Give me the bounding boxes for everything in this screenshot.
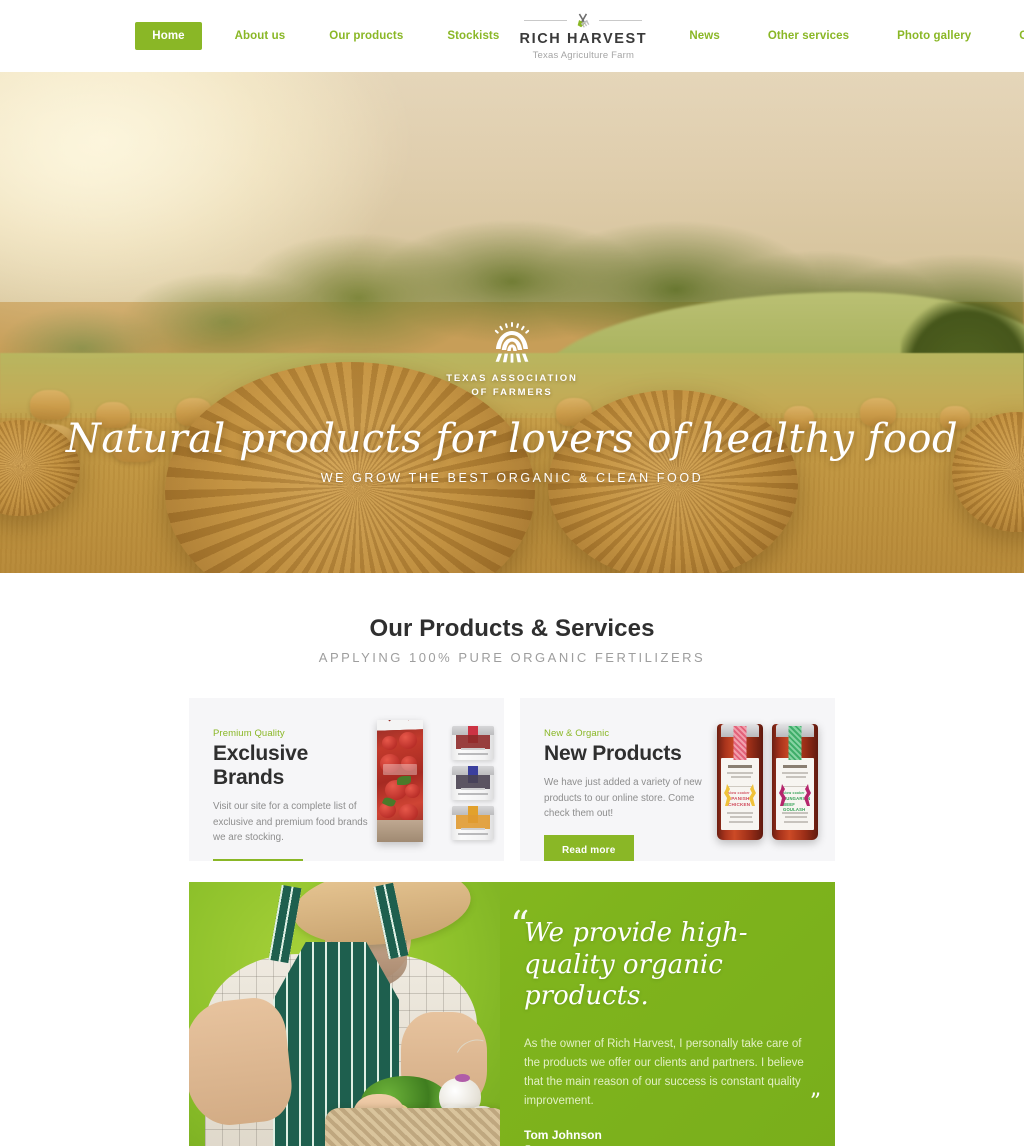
main-navigation: Home About us Our products Stockists RIC… (0, 11, 1024, 61)
hero-slider: TEXAS ASSOCIATION OF FARMERS Natural pro… (0, 72, 1024, 573)
hero-association-line-2: OF FARMERS (471, 386, 553, 398)
page-root: Home About us Our products Stockists RIC… (0, 0, 1024, 1146)
bottle-ribbon (788, 726, 802, 760)
testimonial-quote: We provide high-quality organic products… (524, 918, 748, 1012)
pack-base (377, 820, 423, 842)
nav-item-about-us[interactable]: About us (224, 23, 297, 49)
card-description: We have just added a variety of new prod… (544, 777, 702, 820)
testimonial-content: “ We provide high-quality organic produc… (500, 882, 835, 1146)
promo-cards: Premium Quality Exclusive Brands Visit o… (189, 698, 835, 861)
turnip-top (455, 1074, 470, 1082)
wheat-sunrise-emblem-icon (490, 322, 534, 364)
card-title: New Products (544, 742, 682, 765)
testimonial-body: As the owner of Rich Harvest, I personal… (524, 1035, 821, 1113)
hero-subtitle: WE GROW THE BEST ORGANIC & CLEAN FOOD (320, 470, 704, 485)
testimonial-banner: “ We provide high-quality organic produc… (189, 882, 835, 1146)
nav-item-our-products[interactable]: Our products (318, 23, 414, 49)
nav-left-group: Home About us Our products Stockists (135, 22, 510, 50)
sauce-bottle-spanish-chicken: slow cooker SPANISH CHICKEN (717, 724, 763, 840)
read-more-button[interactable]: Read more (544, 835, 634, 861)
hero-association-line-1: TEXAS ASSOCIATION (446, 373, 578, 384)
crossed-garden-tools-icon (570, 11, 596, 29)
nav-item-contact-us[interactable]: Contact us (1008, 23, 1024, 49)
promo-card-exclusive-brands[interactable]: Premium Quality Exclusive Brands Visit o… (189, 698, 504, 861)
nav-item-home[interactable]: Home (135, 22, 202, 50)
card-kicker: Premium Quality (213, 728, 285, 739)
card-description: Visit our site for a complete list of ex… (213, 801, 368, 844)
site-header: Home About us Our products Stockists RIC… (0, 0, 1024, 72)
jam-jar-apricot (452, 806, 494, 840)
section-title: Our Products & Services (369, 615, 655, 642)
bottle-label: slow cooker HUNGARIAN BEEF GOULASH (776, 758, 814, 830)
quote-close-icon: ” (809, 1090, 821, 1116)
card-body: Premium Quality Exclusive Brands Visit o… (189, 698, 368, 861)
promo-card-new-products[interactable]: New & Organic New Products We have just … (520, 698, 835, 861)
farmer-with-vegetable-basket-photo (189, 882, 500, 1146)
hero-title: Natural products for lovers of healthy f… (65, 415, 959, 462)
read-more-button[interactable]: Read more (213, 859, 303, 861)
nav-item-news[interactable]: News (678, 23, 730, 49)
nav-item-photo-gallery[interactable]: Photo gallery (886, 23, 982, 49)
site-logo[interactable]: RICH HARVEST Texas Agriculture Farm (520, 11, 646, 61)
bottle-ribbon (733, 726, 747, 760)
hero-content: TEXAS ASSOCIATION OF FARMERS Natural pro… (0, 322, 1024, 485)
wicker-basket (325, 1108, 500, 1146)
section-subtitle: APPLYING 100% PURE ORGANIC FERTILIZERS (318, 650, 706, 665)
logo-brand-tagline: Texas Agriculture Farm (532, 49, 635, 61)
jam-jar-blueberry (452, 766, 494, 800)
jam-gift-pack (377, 720, 423, 842)
products-services-header: Our Products & Services APPLYING 100% PU… (0, 573, 1024, 665)
farmer-left-arm (189, 994, 296, 1130)
nav-item-other-services[interactable]: Other services (757, 23, 860, 49)
card-title: Exclusive Brands (213, 742, 309, 789)
logo-rule-right (599, 19, 643, 21)
jam-jar-strawberry (452, 726, 494, 760)
nav-item-stockists[interactable]: Stockists (436, 23, 510, 49)
card-kicker: New & Organic (544, 728, 610, 739)
quote-open-icon: “ (510, 903, 530, 947)
bottle-label: slow cooker SPANISH CHICKEN (721, 758, 759, 830)
logo-emblem-row (524, 11, 643, 29)
testimonial-body-text: As the owner of Rich Harvest, I personal… (524, 1038, 804, 1108)
strawberry-jam-pack-and-jars-image (369, 698, 504, 861)
pack-label (383, 764, 417, 775)
card-body: New & Organic New Products We have just … (520, 698, 702, 861)
tissue-wrap (377, 720, 423, 731)
testimonial-author: Tom Johnson (524, 1128, 602, 1143)
sauce-bottles-image: slow cooker SPANISH CHICKEN slow cooker … (700, 698, 835, 861)
logo-brand-name: RICH HARVEST (519, 31, 648, 48)
sauce-bottle-hungarian-beef-goulash: slow cooker HUNGARIAN BEEF GOULASH (772, 724, 818, 840)
logo-rule-left (524, 19, 568, 21)
nav-right-group: News Other services Photo gallery Contac… (678, 23, 1024, 49)
